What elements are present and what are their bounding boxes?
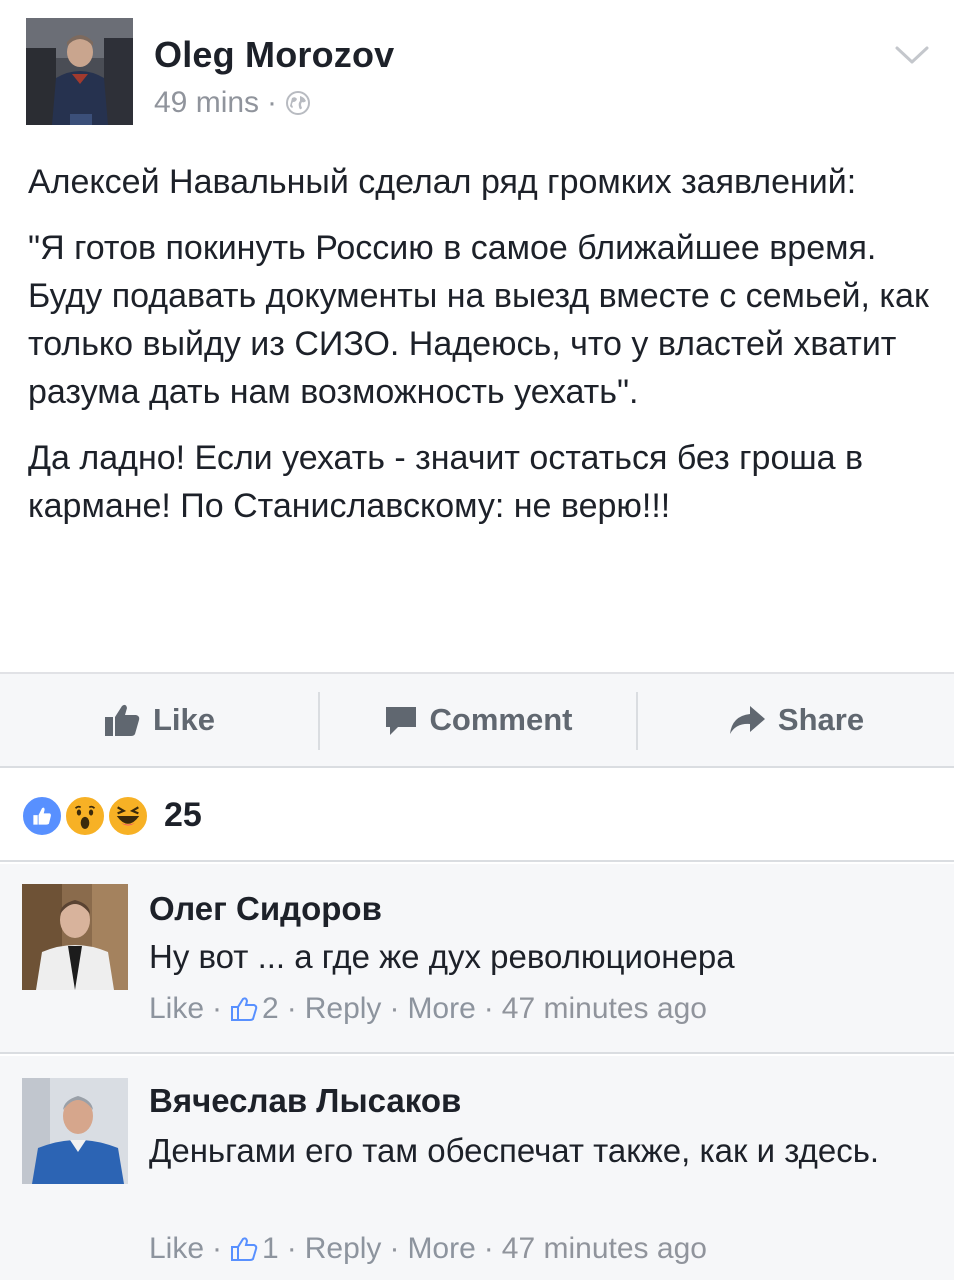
comment-item: Вячеслав Лысаков Деньгами его там обеспе… [0, 1056, 954, 1280]
comment-reply-link[interactable]: Reply [305, 1232, 382, 1266]
comment-like-count[interactable]: 1 [262, 1232, 279, 1266]
comment-item: Олег Сидоров Ну вот ... а где же дух рев… [0, 864, 954, 1054]
comment-icon [385, 707, 416, 735]
meta-separator: · [389, 992, 400, 1025]
author-avatar-image [26, 18, 133, 125]
comment-reply-link[interactable]: Reply [305, 992, 382, 1026]
comment-meta: Like · 1 · Reply · More · 47 minutes ago [149, 1232, 707, 1266]
comment-time[interactable]: 47 minutes ago [502, 992, 707, 1026]
meta-separator: · [286, 1232, 297, 1265]
like-label: Like [152, 702, 216, 737]
commenter-name[interactable]: Вячеслав Лысаков [149, 1082, 461, 1120]
action-bar: Like Comment Share [0, 672, 954, 768]
comment-button[interactable]: Comment [320, 674, 636, 766]
comment-more-link[interactable]: More [407, 1232, 475, 1266]
thumbs-up-icon [104, 704, 140, 736]
share-button[interactable]: Share [638, 674, 954, 766]
meta-separator: · [267, 86, 278, 119]
post-paragraph: "Я готов покинуть Россию в самое ближайш… [28, 229, 929, 411]
comment-like-link[interactable]: Like [149, 1232, 204, 1266]
like-reaction-icon [20, 794, 64, 838]
comment-text: Деньгами его там обеспечат также, как и … [149, 1132, 880, 1169]
post-time[interactable]: 49 mins [154, 86, 259, 120]
post-paragraph: Да ладно! Если уехать - значит остаться … [28, 439, 864, 525]
post-paragraph: Алексей Навальный сделал ряд громких зая… [28, 163, 857, 201]
like-button[interactable]: Like [0, 674, 318, 766]
haha-reaction-icon [106, 794, 150, 838]
thumbs-up-outline-icon [231, 1237, 258, 1261]
thumbs-up-outline-icon [231, 997, 258, 1021]
commenter-name[interactable]: Олег Сидоров [149, 890, 382, 928]
comment-like-count[interactable]: 2 [262, 992, 279, 1026]
author-avatar[interactable] [26, 18, 133, 125]
wow-reaction-icon [63, 794, 107, 838]
meta-separator: · [483, 1232, 494, 1265]
commenter-avatar[interactable] [22, 884, 128, 990]
meta-separator: · [286, 992, 297, 1025]
comment-meta: Like · 2 · Reply · More · 47 minutes ago [149, 992, 707, 1026]
meta-separator: · [389, 1232, 400, 1265]
author-name[interactable]: Oleg Morozov [154, 34, 394, 76]
commenter-avatar[interactable] [22, 1078, 128, 1184]
comment-time[interactable]: 47 minutes ago [502, 1232, 707, 1266]
comment-text: Ну вот ... а где же дух революционера [149, 938, 735, 975]
commenter-avatar-image [22, 1078, 128, 1184]
chevron-down-icon[interactable] [892, 40, 932, 70]
post-text: Алексей Навальный сделал ряд громких зая… [28, 158, 933, 548]
comment-label: Comment [429, 702, 573, 737]
meta-separator: · [212, 1232, 223, 1265]
comment-like-link[interactable]: Like [149, 992, 204, 1026]
commenter-avatar-image [22, 884, 128, 990]
post-header: Oleg Morozov 49 mins · [0, 0, 954, 140]
reaction-count: 25 [164, 796, 202, 834]
reactions-summary[interactable]: 25 [0, 770, 954, 862]
share-arrow-icon [729, 706, 765, 734]
globe-icon [286, 91, 311, 115]
share-label: Share [777, 702, 865, 737]
meta-separator: · [483, 992, 494, 1025]
comment-more-link[interactable]: More [407, 992, 475, 1026]
meta-separator: · [212, 992, 223, 1025]
post-meta: 49 mins · [154, 86, 311, 120]
